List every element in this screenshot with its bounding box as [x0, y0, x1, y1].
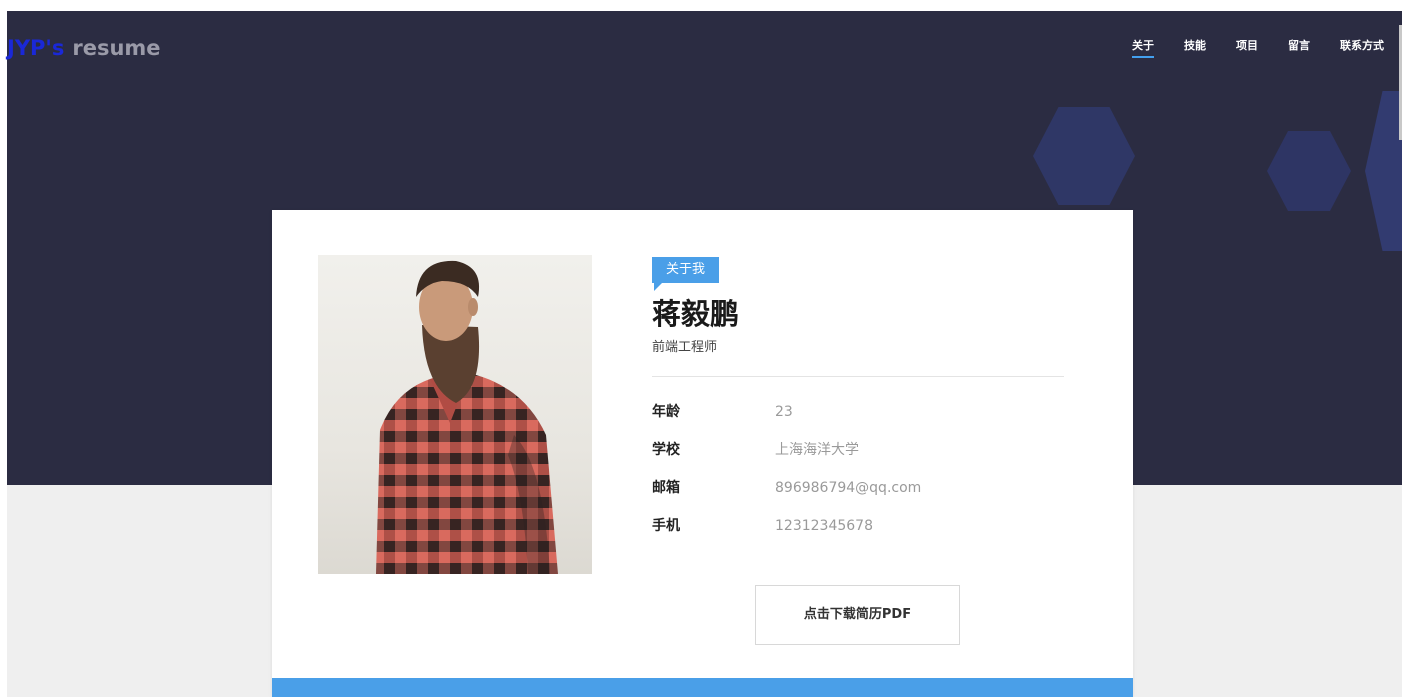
info-value: 23: [775, 404, 793, 420]
download-resume-button[interactable]: 点击下载简历PDF: [755, 585, 960, 645]
logo-resume: resume: [72, 36, 161, 60]
info-row-age: 年龄 23: [652, 402, 1064, 440]
nav-item-messages[interactable]: 留言: [1288, 36, 1310, 58]
info-value: 896986794@qq.com: [775, 480, 922, 496]
divider: [652, 376, 1064, 377]
about-info: 关于我 蒋毅鹏 前端工程师 年龄 23 学校 上海海洋大学 邮箱 8969867…: [652, 257, 1064, 554]
info-row-phone: 手机 12312345678: [652, 516, 1064, 554]
info-list: 年龄 23 学校 上海海洋大学 邮箱 896986794@qq.com 手机 1…: [652, 402, 1064, 554]
info-label: 年龄: [652, 404, 680, 420]
nav-item-skills[interactable]: 技能: [1184, 36, 1206, 58]
info-row-school: 学校 上海海洋大学: [652, 440, 1064, 478]
portrait-illustration: [376, 260, 558, 574]
nav-item-about[interactable]: 关于: [1132, 36, 1154, 58]
decorative-hexagon: [1267, 131, 1351, 211]
person-name: 蒋毅鹏: [652, 297, 740, 331]
info-label: 手机: [652, 518, 680, 534]
nav-item-projects[interactable]: 项目: [1236, 36, 1258, 58]
info-value: 12312345678: [775, 518, 873, 534]
card-footer-bar: [272, 678, 1133, 697]
nav-item-contact[interactable]: 联系方式: [1340, 36, 1384, 58]
info-row-email: 邮箱 896986794@qq.com: [652, 478, 1064, 516]
about-tag: 关于我: [652, 257, 720, 291]
site-logo[interactable]: JYP's resume: [7, 34, 161, 62]
about-card: 关于我 蒋毅鹏 前端工程师 年龄 23 学校 上海海洋大学 邮箱 8969867…: [272, 210, 1133, 697]
logo-name: JYP's: [7, 36, 65, 60]
info-label: 邮箱: [652, 480, 680, 496]
decorative-hexagon: [1033, 107, 1135, 205]
decorative-hexagon: [1365, 91, 1402, 251]
person-role: 前端工程师: [652, 340, 718, 355]
top-nav: 关于 技能 项目 留言 联系方式: [1102, 36, 1384, 58]
portrait-photo: [318, 255, 592, 574]
info-label: 学校: [652, 442, 680, 458]
info-value: 上海海洋大学: [775, 442, 859, 458]
